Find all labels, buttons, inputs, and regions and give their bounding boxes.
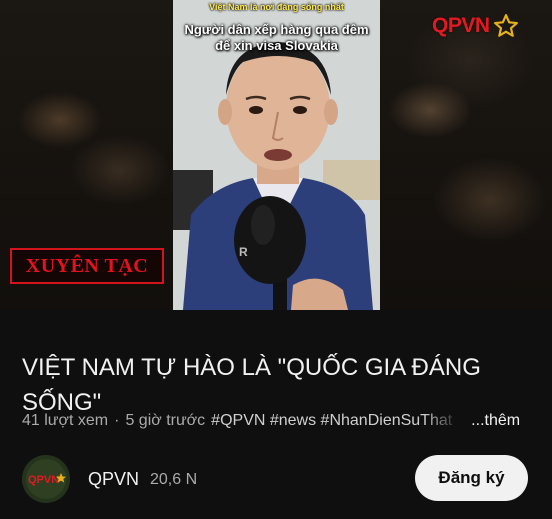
- video-metadata[interactable]: 41 lượt xem · 5 giờ trước #QPVN #news #N…: [22, 411, 532, 431]
- avatar-text: QPVN: [28, 474, 59, 486]
- video-player[interactable]: R Việt Nam là nơi đáng sống nhất Người d…: [0, 0, 552, 310]
- video-title: VIỆT NAM TỰ HÀO LÀ "QUỐC GIA ĐÁNG SỐNG": [22, 354, 481, 417]
- subscriber-count: 20,6 N: [150, 471, 198, 488]
- svg-text:R: R: [239, 245, 248, 259]
- show-more-link[interactable]: ...thêm: [471, 412, 520, 430]
- upload-time: 5 giờ trước: [125, 412, 206, 429]
- hashtags[interactable]: #QPVN #news #NhanDienSuThat: [211, 412, 461, 430]
- video-caption-main: Người dân xếp hàng qua đêm để xin visa S…: [184, 22, 369, 53]
- avatar-logo-icon: QPVN: [22, 455, 70, 503]
- meta-separator: ·: [114, 412, 120, 429]
- view-count: 41 lượt xem: [22, 412, 109, 429]
- distortion-stamp: XUYÊN TẠC: [10, 248, 164, 284]
- channel-watermark: QPVN: [432, 12, 519, 40]
- video-caption-top: Việt Nam là nơi đáng sống nhất: [209, 2, 344, 12]
- channel-name[interactable]: QPVN: [88, 469, 139, 490]
- video-frame: R Việt Nam là nơi đáng sống nhất Người d…: [173, 0, 380, 310]
- subscribe-button[interactable]: Đăng ký: [415, 455, 528, 501]
- channel-row: QPVN QPVN 20,6 N Đăng ký: [22, 455, 532, 503]
- watermark-text: QPVN: [432, 14, 490, 37]
- channel-avatar[interactable]: QPVN: [22, 455, 70, 503]
- star-icon: [493, 14, 518, 37]
